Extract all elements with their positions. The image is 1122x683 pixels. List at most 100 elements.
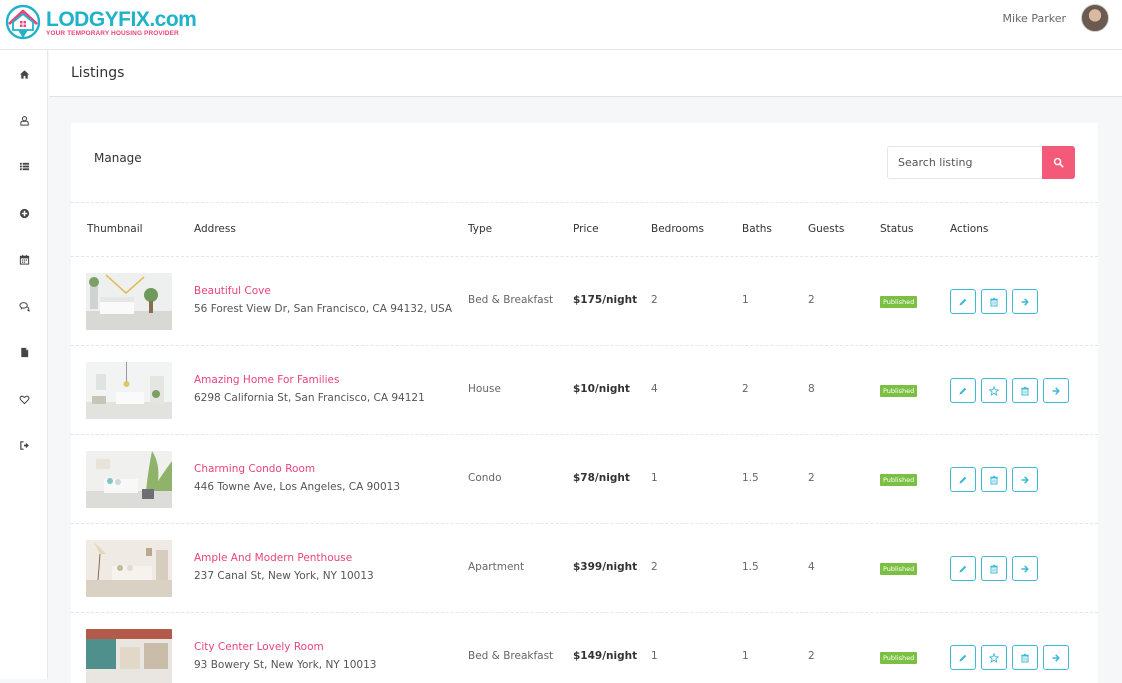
status-badge: Published (880, 474, 918, 486)
listing-title[interactable]: City Center Lovely Room (194, 641, 324, 653)
listing-guests: 2 (808, 472, 815, 484)
status-badge: Published (880, 296, 918, 308)
edit-button[interactable] (950, 289, 976, 314)
listing-thumbnail[interactable] (86, 273, 172, 330)
listing-type: Bed & Breakfast (468, 650, 554, 662)
delete-button[interactable] (981, 467, 1007, 492)
listing-guests: 2 (808, 650, 815, 662)
listing-address: 93 Bowery St, New York, NY 10013 (194, 659, 377, 671)
edit-button[interactable] (950, 378, 976, 403)
trash-icon (990, 564, 998, 573)
header-price: Price (573, 223, 599, 235)
arrow-right-icon (1052, 386, 1060, 395)
calendar-icon[interactable] (17, 252, 31, 266)
listing-title[interactable]: Ample And Modern Penthouse (194, 552, 352, 564)
header-baths: Baths (742, 223, 772, 235)
listing-baths: 1.5 (742, 472, 759, 484)
listing-address: 56 Forest View Dr, San Francisco, CA 941… (194, 303, 453, 315)
edit-button[interactable] (950, 467, 976, 492)
brand-name: LODGYFIX.com (46, 8, 197, 31)
header-guests: Guests (808, 223, 845, 235)
table-row[interactable]: Beautiful Cove 56 Forest View Dr, San Fr… (71, 257, 1098, 346)
table-row[interactable]: City Center Lovely Room 93 Bowery St, Ne… (71, 613, 1098, 683)
card-title: Manage (94, 151, 142, 165)
listing-thumbnail[interactable] (86, 629, 172, 683)
listing-type: Condo (468, 472, 502, 484)
page-header: Listings (49, 50, 1122, 97)
user-icon[interactable] (17, 113, 31, 127)
edit-button[interactable] (950, 556, 976, 581)
pencil-icon (959, 476, 967, 483)
listing-thumbnail[interactable] (86, 451, 172, 508)
star-icon (989, 652, 999, 663)
search-icon (1053, 157, 1064, 168)
listing-thumbnail[interactable] (86, 540, 172, 597)
trash-icon (1021, 386, 1029, 395)
pencil-icon (959, 387, 967, 394)
view-button[interactable] (1012, 556, 1038, 581)
header-type: Type (468, 223, 493, 235)
listing-bedrooms: 2 (651, 561, 658, 573)
logout-icon[interactable] (17, 438, 31, 452)
listing-type: House (468, 383, 501, 395)
view-button[interactable] (1012, 467, 1038, 492)
listing-guests: 2 (808, 294, 815, 306)
listing-address: 446 Towne Ave, Los Angeles, CA 90013 (194, 481, 401, 493)
plus-circle-icon[interactable] (17, 206, 31, 220)
heart-icon[interactable] (17, 392, 31, 406)
sidebar (0, 50, 48, 679)
status-badge: Published (880, 385, 918, 397)
table-row[interactable]: Charming Condo Room 446 Towne Ave, Los A… (71, 435, 1098, 524)
listings-card: Manage Thumbnail Address Type Price Bedr… (71, 123, 1098, 683)
brand-logo[interactable]: LODGYFIX.com YOUR TEMPORARY HOUSING PROV… (4, 3, 197, 45)
brand-tagline: YOUR TEMPORARY HOUSING PROVIDER (46, 30, 179, 37)
listing-type: Apartment (468, 561, 525, 573)
listing-title[interactable]: Amazing Home For Families (194, 374, 339, 386)
delete-button[interactable] (981, 556, 1007, 581)
feature-button[interactable] (981, 378, 1007, 403)
listing-address: 6298 California St, San Francisco, CA 94… (194, 392, 425, 404)
trash-icon (1021, 653, 1029, 662)
search-button[interactable] (1042, 146, 1075, 179)
arrow-right-icon (1021, 297, 1029, 306)
listing-baths: 1 (742, 294, 749, 306)
search-input[interactable] (887, 146, 1043, 179)
avatar[interactable] (1081, 4, 1109, 32)
header-address: Address (194, 223, 236, 235)
header-bedrooms: Bedrooms (651, 223, 704, 235)
listing-price: $149/night (573, 650, 638, 662)
listing-address: 237 Canal St, New York, NY 10013 (194, 570, 374, 582)
divider (71, 202, 1098, 203)
view-button[interactable] (1043, 645, 1069, 670)
user-menu[interactable]: Mike Parker (1003, 4, 1109, 32)
listing-price: $399/night (573, 561, 638, 573)
pencil-icon (959, 298, 967, 305)
edit-button[interactable] (950, 645, 976, 670)
view-button[interactable] (1043, 378, 1069, 403)
star-icon (989, 385, 999, 396)
delete-button[interactable] (1012, 378, 1038, 403)
list-icon[interactable] (17, 159, 31, 173)
listing-price: $175/night (573, 294, 638, 306)
trash-icon (990, 475, 998, 484)
home-icon[interactable] (17, 67, 31, 81)
listing-bedrooms: 4 (651, 383, 658, 395)
feature-button[interactable] (981, 645, 1007, 670)
table-row[interactable]: Ample And Modern Penthouse 237 Canal St,… (71, 524, 1098, 613)
listing-price: $78/night (573, 472, 630, 484)
file-icon[interactable] (17, 345, 31, 359)
header-thumbnail: Thumbnail (87, 223, 143, 235)
page-title: Listings (71, 65, 125, 81)
delete-button[interactable] (981, 289, 1007, 314)
delete-button[interactable] (1012, 645, 1038, 670)
listing-thumbnail[interactable] (86, 362, 172, 419)
view-button[interactable] (1012, 289, 1038, 314)
listing-title[interactable]: Charming Condo Room (194, 463, 315, 475)
chat-icon[interactable] (17, 299, 31, 313)
listing-title[interactable]: Beautiful Cove (194, 285, 271, 297)
status-badge: Published (880, 652, 918, 664)
listing-baths: 1.5 (742, 561, 759, 573)
listing-bedrooms: 1 (651, 650, 658, 662)
status-badge: Published (880, 563, 918, 575)
table-row[interactable]: Amazing Home For Families 6298 Californi… (71, 346, 1098, 435)
